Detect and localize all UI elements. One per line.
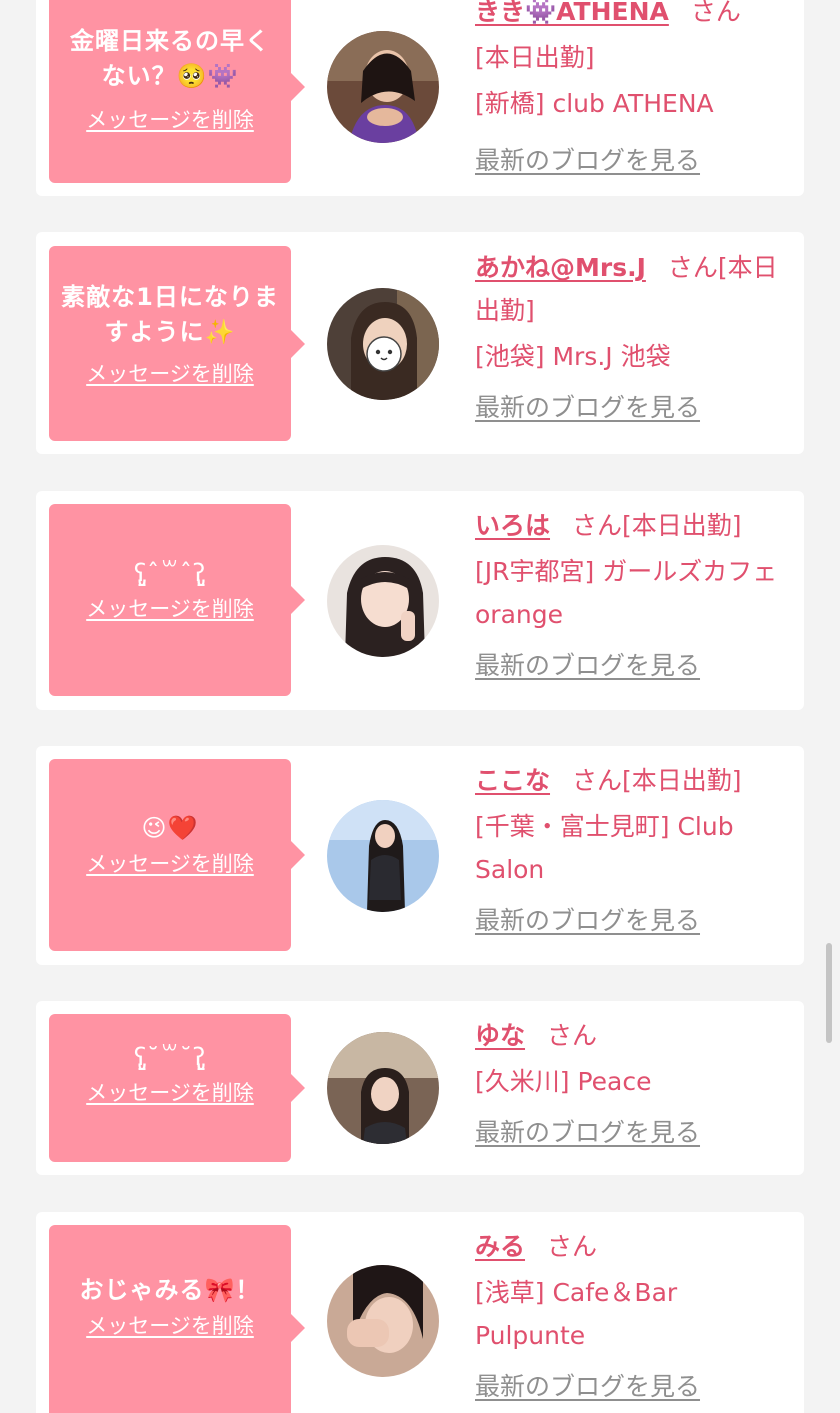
cast-info: ゆな さん [久米川] Peace 最新のブログを見る (475, 1014, 788, 1154)
message-card: 😉❤️ メッセージを削除 ここな さん[本日出勤] [千葉・富士見町] Club … (36, 746, 804, 965)
cast-name-link[interactable]: みる (475, 1232, 525, 1261)
honorific: さん[本日出勤] (572, 766, 742, 795)
honorific: さん (547, 1232, 598, 1261)
avatar[interactable] (327, 1265, 439, 1377)
message-bubble: ʕ̡̢̡ˆ꒳ˆʔ̢̡̢ メッセージを削除 (49, 504, 305, 696)
scrollbar[interactable] (826, 943, 832, 1043)
message-bubble: 金曜日来るの早くない？🥺👾 メッセージを削除 (49, 0, 305, 183)
cast-info: ここな さん[本日出勤] [千葉・富士見町] Club Salon 最新のブログを… (475, 759, 788, 942)
latest-blog-link[interactable]: 最新のブログを見る (475, 1365, 700, 1408)
delete-message-link[interactable]: メッセージを削除 (59, 106, 281, 134)
cast-name-link[interactable]: いろは (475, 511, 550, 540)
latest-blog-link[interactable]: 最新のブログを見る (475, 899, 700, 942)
avatar[interactable] (327, 31, 439, 143)
avatar-photo (327, 1265, 439, 1377)
avatar-photo (327, 1032, 439, 1144)
cast-info: きき👾ATHENA さん [本日出勤] [新橋] club ATHENA 最新のブ… (475, 0, 788, 182)
message-text: 😉❤️ (141, 814, 199, 842)
cast-name-link[interactable]: ゆな (475, 1021, 525, 1050)
latest-blog-link[interactable]: 最新のブログを見る (475, 139, 700, 182)
latest-blog-link[interactable]: 最新のブログを見る (475, 386, 700, 429)
status-text: [本日出勤] (475, 43, 595, 72)
cast-name-link[interactable]: ここな (475, 766, 550, 795)
message-list-page: 金曜日来るの早くない？🥺👾 メッセージを削除 きき👾ATHENA さん [本日出勤… (0, 0, 840, 1413)
avatar[interactable] (327, 1032, 439, 1144)
avatar[interactable] (327, 288, 439, 400)
message-card: 素敵な1日になりますように✨ メッセージを削除 あかね@Mrs.J さん[本日出勤… (36, 232, 804, 454)
avatar-photo (327, 31, 439, 143)
delete-message-link[interactable]: メッセージを削除 (59, 850, 281, 878)
avatar-photo (327, 545, 439, 657)
message-text: ʕ̡̢̡ˆ꒳ˆʔ̢̡̢ (133, 559, 207, 587)
honorific: さん (690, 0, 741, 26)
latest-blog-link[interactable]: 最新のブログを見る (475, 644, 700, 687)
message-card: おじゃみる🎀！ メッセージを削除 みる さん [浅草] Cafe＆Bar Pulp… (36, 1212, 804, 1413)
shop-text: [池袋] Mrs.J 池袋 (475, 342, 671, 371)
shop-text: [久米川] Peace (475, 1067, 652, 1096)
delete-message-link[interactable]: メッセージを削除 (59, 360, 281, 388)
message-card: ʕ̡̢̡˘꒳˘ʔ̢̡̢ メッセージを削除 ゆな さん [久米川] Peace 最新… (36, 1001, 804, 1175)
message-text: 素敵な1日になりますように✨ (61, 283, 279, 346)
message-bubble: 😉❤️ メッセージを削除 (49, 759, 305, 951)
honorific: さん[本日出勤] (572, 511, 742, 540)
cast-info: あかね@Mrs.J さん[本日出勤] [池袋] Mrs.J 池袋 最新のブログを見… (475, 246, 788, 429)
cast-info: みる さん [浅草] Cafe＆Bar Pulpunte 最新のブログを見る (475, 1225, 788, 1408)
message-card: 金曜日来るの早くない？🥺👾 メッセージを削除 きき👾ATHENA さん [本日出勤… (36, 0, 804, 196)
message-bubble: おじゃみる🎀！ メッセージを削除 (49, 1225, 305, 1413)
delete-message-link[interactable]: メッセージを削除 (59, 595, 281, 623)
message-card: ʕ̡̢̡ˆ꒳ˆʔ̢̡̢ メッセージを削除 いろは さん[本日出勤] [JR宇都宮]… (36, 491, 804, 710)
avatar-photo (327, 288, 439, 400)
message-bubble: 素敵な1日になりますように✨ メッセージを削除 (49, 246, 305, 441)
cast-name-link[interactable]: きき👾ATHENA (475, 0, 669, 26)
delete-message-link[interactable]: メッセージを削除 (59, 1079, 281, 1107)
message-text: ʕ̡̢̡˘꒳˘ʔ̢̡̢ (133, 1043, 207, 1071)
avatar-photo (327, 800, 439, 912)
cast-name-link[interactable]: あかね@Mrs.J (475, 253, 646, 282)
avatar[interactable] (327, 545, 439, 657)
shop-text: [千葉・富士見町] Club Salon (475, 812, 734, 884)
honorific: さん (547, 1021, 598, 1050)
message-bubble: ʕ̡̢̡˘꒳˘ʔ̢̡̢ メッセージを削除 (49, 1014, 305, 1162)
shop-text: [浅草] Cafe＆Bar Pulpunte (475, 1278, 678, 1350)
shop-text: [JR宇都宮] ガールズカフェ orange (475, 557, 778, 629)
message-text: 金曜日来るの早くない？🥺👾 (70, 27, 270, 90)
avatar[interactable] (327, 800, 439, 912)
latest-blog-link[interactable]: 最新のブログを見る (475, 1111, 700, 1154)
shop-text: [新橋] club ATHENA (475, 89, 714, 118)
cast-info: いろは さん[本日出勤] [JR宇都宮] ガールズカフェ orange 最新のブロ… (475, 504, 788, 687)
message-text: おじゃみる🎀！ (79, 1276, 261, 1304)
delete-message-link[interactable]: メッセージを削除 (59, 1312, 281, 1340)
